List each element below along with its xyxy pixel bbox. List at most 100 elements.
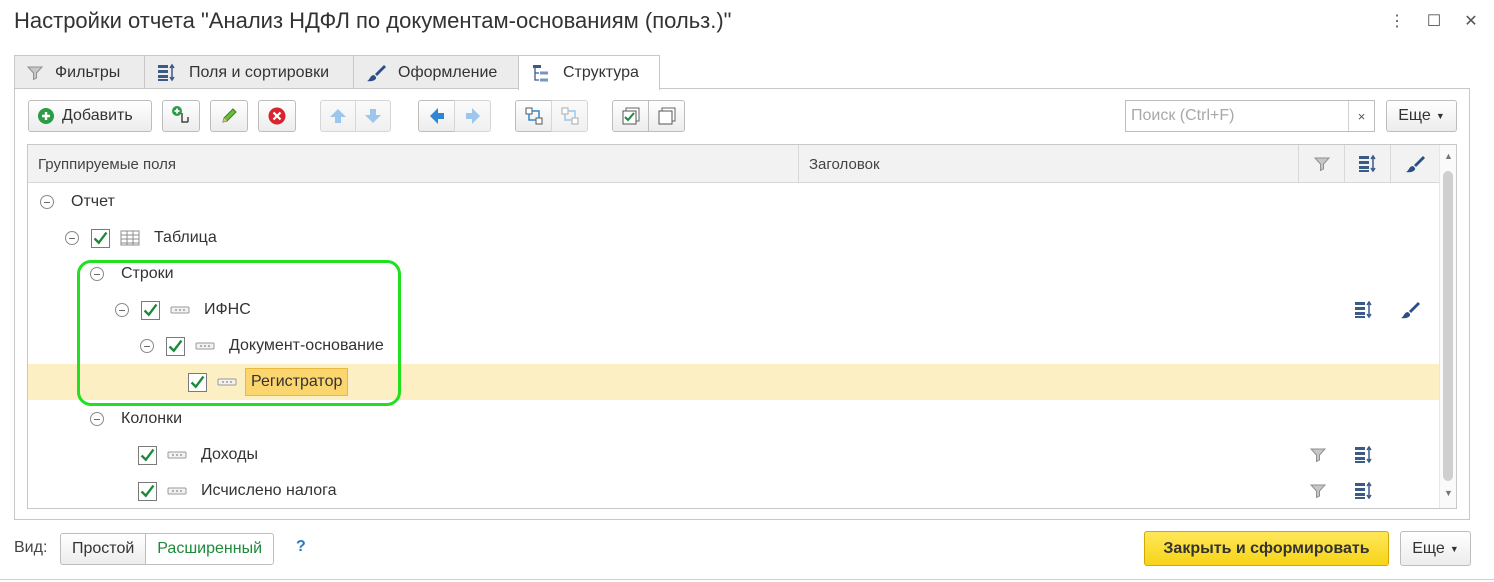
clear-search-icon[interactable]: × bbox=[1348, 101, 1374, 131]
uncheck-all-button[interactable] bbox=[648, 100, 685, 132]
group-ungroup-group bbox=[515, 100, 588, 132]
column-sort[interactable] bbox=[1345, 145, 1391, 183]
close-and-generate-button[interactable]: Закрыть и сформировать bbox=[1144, 531, 1389, 566]
view-simple-button[interactable]: Простой bbox=[60, 533, 147, 565]
grouping-field-icon bbox=[195, 341, 215, 351]
row-checkbox[interactable] bbox=[141, 300, 160, 320]
collapse-toggle-icon[interactable] bbox=[40, 195, 54, 209]
scroll-up-icon[interactable]: ▲ bbox=[1440, 151, 1456, 161]
grouping-field-icon bbox=[170, 305, 190, 315]
row-sort-icon[interactable] bbox=[1354, 292, 1374, 328]
collapse-toggle-icon[interactable] bbox=[140, 339, 154, 353]
window-title: Настройки отчета "Анализ НДФЛ по докумен… bbox=[14, 8, 732, 33]
edit-button[interactable] bbox=[210, 100, 248, 132]
brush-icon bbox=[366, 63, 386, 83]
column-grouped-fields[interactable]: Группируемые поля bbox=[28, 145, 799, 183]
close-icon[interactable]: ✕ bbox=[1460, 10, 1482, 32]
row-checkbox[interactable] bbox=[188, 372, 207, 392]
grouping-field-icon bbox=[217, 377, 237, 387]
ungroup-button[interactable] bbox=[551, 100, 588, 132]
column-header[interactable]: Заголовок bbox=[799, 145, 1299, 183]
add-nested-button[interactable] bbox=[162, 100, 200, 132]
delete-button[interactable] bbox=[258, 100, 296, 132]
arrow-down-icon bbox=[365, 109, 381, 123]
table-icon bbox=[120, 230, 140, 246]
table-row-selected[interactable]: Регистратор bbox=[28, 364, 1439, 400]
table-row[interactable]: ИФНС bbox=[28, 292, 1439, 328]
level-down-button[interactable] bbox=[454, 100, 491, 132]
arrow-right-icon bbox=[465, 108, 480, 124]
uncheck-all-icon bbox=[658, 107, 675, 125]
column-appearance[interactable] bbox=[1391, 145, 1439, 183]
delete-icon bbox=[268, 107, 286, 125]
column-filter[interactable] bbox=[1299, 145, 1345, 183]
row-checkbox[interactable] bbox=[91, 228, 110, 248]
view-label: Вид: bbox=[14, 539, 48, 556]
arrow-left-icon bbox=[429, 108, 444, 124]
table-row[interactable]: Исчислено налога bbox=[28, 473, 1439, 509]
table-row[interactable]: Доходы bbox=[28, 437, 1439, 473]
structure-tree-table[interactable]: Группируемые поля Заголовок Отчет Таблиц… bbox=[27, 144, 1457, 509]
add-nested-icon bbox=[172, 106, 189, 123]
tab-label: Оформление bbox=[398, 63, 498, 81]
table-row[interactable]: Таблица bbox=[28, 220, 1439, 256]
tab-label: Фильтры bbox=[55, 63, 121, 81]
checkmark-icon bbox=[189, 374, 206, 391]
tab-label: Поля и сортировки bbox=[189, 63, 329, 81]
level-up-button[interactable] bbox=[418, 100, 455, 132]
table-header: Группируемые поля Заголовок bbox=[28, 145, 1439, 183]
row-sort-icon[interactable] bbox=[1354, 437, 1374, 473]
fields-sort-icon bbox=[157, 63, 177, 83]
table-row[interactable]: Колонки bbox=[28, 401, 1439, 437]
node-label: Исчислено налога bbox=[201, 482, 337, 499]
check-all-icon bbox=[622, 107, 639, 125]
row-checkbox[interactable] bbox=[166, 336, 185, 356]
help-icon[interactable]: ? bbox=[296, 538, 306, 556]
check-all-button[interactable] bbox=[612, 100, 649, 132]
checkmark-icon bbox=[139, 447, 156, 464]
maximize-icon[interactable]: ☐ bbox=[1423, 10, 1445, 32]
scrollbar-thumb[interactable] bbox=[1443, 171, 1453, 481]
table-row[interactable]: Отчет bbox=[28, 184, 1439, 220]
collapse-toggle-icon[interactable] bbox=[90, 412, 104, 426]
add-button[interactable]: Добавить bbox=[28, 100, 152, 132]
window-bottom-border bbox=[0, 579, 1494, 580]
tab-bar: Фильтры Поля и сортировки Оформление Стр… bbox=[14, 55, 660, 90]
brush-icon bbox=[1405, 154, 1425, 174]
grouping-field-icon bbox=[167, 450, 187, 460]
collapse-toggle-icon[interactable] bbox=[65, 231, 79, 245]
scroll-down-icon[interactable]: ▼ bbox=[1440, 488, 1456, 498]
search-input[interactable] bbox=[1126, 101, 1348, 131]
collapse-toggle-icon[interactable] bbox=[90, 267, 104, 281]
vertical-scrollbar[interactable]: ▲ ▼ bbox=[1439, 145, 1456, 508]
filter-icon bbox=[27, 65, 43, 81]
move-up-button[interactable] bbox=[320, 100, 356, 132]
footer-more-button[interactable]: Еще ▼ bbox=[1400, 531, 1471, 566]
table-row[interactable]: Строки bbox=[28, 256, 1439, 292]
node-label: Таблица bbox=[154, 229, 217, 246]
row-sort-icon[interactable] bbox=[1354, 473, 1374, 509]
arrow-up-icon bbox=[330, 109, 346, 123]
group-button[interactable] bbox=[515, 100, 552, 132]
tab-fields-sorting[interactable]: Поля и сортировки bbox=[144, 55, 354, 89]
node-label: Регистратор bbox=[245, 368, 349, 396]
row-checkbox[interactable] bbox=[138, 481, 157, 501]
view-switcher: Простой Расширенный bbox=[60, 533, 274, 565]
window-menu-icon[interactable]: ⋮ bbox=[1386, 10, 1408, 32]
tab-appearance[interactable]: Оформление bbox=[353, 55, 519, 89]
dropdown-arrow-icon: ▼ bbox=[1449, 543, 1459, 554]
tab-filters[interactable]: Фильтры bbox=[14, 55, 145, 89]
row-filter-icon[interactable] bbox=[1310, 473, 1326, 509]
tab-structure[interactable]: Структура bbox=[518, 55, 660, 90]
node-label: Колонки bbox=[121, 410, 183, 427]
checkmark-icon bbox=[139, 483, 156, 500]
collapse-toggle-icon[interactable] bbox=[115, 303, 129, 317]
row-filter-icon[interactable] bbox=[1310, 437, 1326, 473]
view-extended-button[interactable]: Расширенный bbox=[145, 533, 274, 565]
move-down-button[interactable] bbox=[355, 100, 391, 132]
table-row[interactable]: Документ-основание bbox=[28, 328, 1439, 364]
more-button[interactable]: Еще ▼ bbox=[1386, 100, 1457, 132]
row-checkbox[interactable] bbox=[138, 445, 157, 465]
row-brush-icon[interactable] bbox=[1400, 292, 1420, 328]
check-group bbox=[612, 100, 685, 132]
